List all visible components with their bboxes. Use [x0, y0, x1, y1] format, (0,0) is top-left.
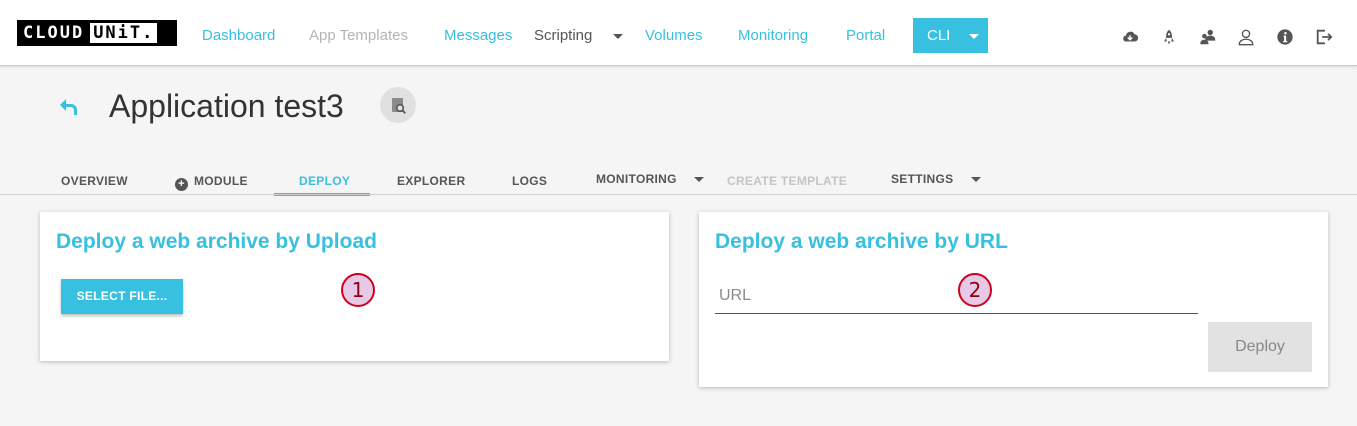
tab-monitoring-label: MONITORING: [596, 172, 677, 186]
users-icon[interactable]: [1199, 28, 1217, 46]
info-icon[interactable]: [1276, 28, 1294, 46]
chevron-down-icon: [612, 33, 623, 39]
cloud-download-icon[interactable]: [1121, 28, 1139, 46]
chevron-down-icon: [971, 177, 982, 183]
nav-messages[interactable]: Messages: [444, 27, 512, 44]
page-title: Application test3: [109, 88, 344, 124]
tab-monitoring[interactable]: MONITORING: [596, 172, 705, 186]
tab-module[interactable]: + MODULE: [175, 174, 248, 191]
document-search-icon: [392, 98, 406, 114]
tab-overview[interactable]: OVERVIEW: [61, 174, 128, 188]
tab-settings[interactable]: SETTINGS: [891, 172, 982, 186]
nav-scripting[interactable]: Scripting: [534, 27, 623, 44]
annotation-marker-2: 2: [958, 273, 992, 307]
annotation-marker-1: 1: [341, 273, 375, 307]
url-card: Deploy a web archive by URL 2 Deploy: [699, 212, 1328, 387]
nav-monitoring[interactable]: Monitoring: [738, 27, 808, 44]
select-file-button[interactable]: SELECT FILE...: [61, 279, 183, 314]
tabs-divider: [0, 194, 1357, 195]
user-icon[interactable]: [1237, 28, 1255, 46]
tab-module-label: MODULE: [194, 174, 248, 188]
nav-volumes[interactable]: Volumes: [645, 27, 703, 44]
nav-app-templates[interactable]: App Templates: [309, 27, 408, 44]
chevron-down-icon: [694, 177, 705, 183]
back-arrow-icon[interactable]: [57, 96, 79, 118]
deploy-button[interactable]: Deploy: [1208, 322, 1312, 372]
tab-logs[interactable]: LOGS: [512, 174, 547, 188]
nav-portal[interactable]: Portal: [846, 27, 885, 44]
logo-text-left: CLOUD: [23, 23, 85, 43]
nav-dashboard[interactable]: Dashboard: [202, 27, 275, 44]
application-search-button[interactable]: [380, 87, 416, 123]
chevron-down-icon: [968, 33, 979, 39]
logout-icon[interactable]: [1315, 28, 1333, 46]
plus-circle-icon: +: [175, 178, 188, 191]
top-navbar: CLOUD UNiT. Dashboard App Templates Mess…: [0, 0, 1357, 66]
cloudunit-logo[interactable]: CLOUD UNiT.: [17, 20, 177, 46]
cli-label: CLI: [927, 27, 951, 44]
upload-card-title: Deploy a web archive by Upload: [56, 230, 377, 253]
upload-card: Deploy a web archive by Upload SELECT FI…: [40, 212, 669, 361]
tab-explorer[interactable]: EXPLORER: [397, 174, 465, 188]
rocket-icon[interactable]: [1160, 28, 1178, 46]
tab-settings-label: SETTINGS: [891, 172, 954, 186]
tab-create-template: CREATE TEMPLATE: [727, 174, 848, 188]
logo-text-right: UNiT.: [90, 23, 158, 43]
tab-deploy[interactable]: DEPLOY: [299, 174, 350, 188]
url-card-title: Deploy a web archive by URL: [715, 230, 1008, 253]
nav-scripting-label: Scripting: [534, 27, 593, 44]
url-input[interactable]: [715, 279, 1198, 314]
cli-dropdown-button[interactable]: CLI: [913, 18, 988, 53]
